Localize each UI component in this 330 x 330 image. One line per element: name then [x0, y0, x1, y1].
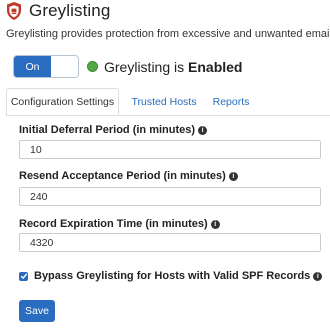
initial-deferral-label: Initial Deferral Period (in minutes) i	[19, 124, 208, 136]
bypass-spf-label: Bypass Greylisting for Hosts with Valid …	[34, 270, 323, 282]
status-value: Enabled	[188, 58, 243, 75]
tab-trusted-hosts[interactable]: Trusted Hosts	[126, 88, 202, 115]
page-title: Greylisting	[29, 1, 111, 20]
info-icon[interactable]: i	[210, 219, 220, 229]
bypass-spf-checkbox[interactable]	[19, 271, 28, 281]
info-icon[interactable]: i	[198, 125, 208, 135]
tab-bar: Configuration Settings Trusted Hosts Rep…	[6, 88, 330, 116]
resend-acceptance-label: Resend Acceptance Period (in minutes) i	[19, 170, 238, 182]
record-expiration-input[interactable]	[19, 233, 321, 252]
status-row: On Greylisting is Enabled	[13, 55, 243, 78]
checkmark-icon	[20, 273, 27, 280]
page-description: Greylisting provides protection from exc…	[6, 28, 330, 40]
toggle-on-label: On	[14, 56, 51, 77]
status-indicator-icon	[87, 61, 98, 72]
tab-reports[interactable]: Reports	[208, 88, 254, 115]
record-expiration-label: Record Expiration Time (in minutes) i	[19, 218, 220, 230]
info-icon[interactable]: i	[313, 271, 323, 281]
page-header: Greylisting	[6, 0, 110, 22]
tab-configuration-settings[interactable]: Configuration Settings	[6, 88, 119, 115]
bypass-spf-row: Bypass Greylisting for Hosts with Valid …	[19, 270, 323, 282]
status-text: Greylisting is Enabled	[104, 59, 243, 75]
status-prefix: Greylisting is	[104, 58, 189, 75]
toggle-off-area	[51, 56, 78, 77]
shield-icon	[6, 2, 22, 20]
info-icon[interactable]: i	[228, 171, 238, 181]
initial-deferral-input[interactable]	[19, 140, 321, 159]
record-expiration-label-text: Record Expiration Time (in minutes)	[19, 218, 208, 230]
initial-deferral-label-text: Initial Deferral Period (in minutes)	[19, 124, 196, 136]
enable-toggle[interactable]: On	[13, 55, 79, 78]
save-button[interactable]: Save	[19, 300, 55, 322]
bypass-spf-label-text: Bypass Greylisting for Hosts with Valid …	[34, 270, 311, 282]
resend-acceptance-label-text: Resend Acceptance Period (in minutes)	[19, 170, 226, 182]
resend-acceptance-input[interactable]	[19, 187, 321, 206]
